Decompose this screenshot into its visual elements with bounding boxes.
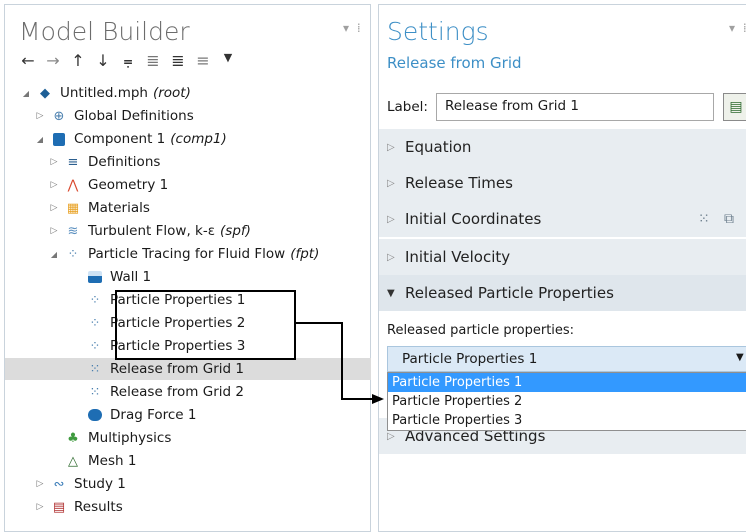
expand-toggle-icon[interactable]: ▷ — [47, 180, 61, 190]
particle-properties-dropdown: Particle Properties 1 Particle Propertie… — [387, 372, 746, 431]
tree-node-turbulent-flow[interactable]: ▷ ≋ Turbulent Flow, k-ε (spf) — [5, 220, 371, 242]
grid-icon[interactable]: ⁙ — [698, 211, 710, 227]
section-initial-coordinates[interactable]: ▷ Initial Coordinates ⁙ ⧉ — [379, 201, 746, 237]
chevron-down-icon[interactable]: ▼ — [736, 352, 744, 363]
settings-panel: Settings ▾ ⁞ Release from Grid Label: Re… — [378, 4, 746, 532]
connector-line — [341, 322, 343, 400]
dropdown-option[interactable]: Particle Properties 3 — [388, 411, 746, 430]
tree-node-materials[interactable]: ▷ ▦ Materials — [5, 197, 371, 219]
collapse-icon[interactable]: ≣ — [169, 51, 187, 71]
tree-node-mesh[interactable]: △ Mesh 1 — [5, 450, 371, 472]
expand-toggle-icon[interactable]: ▷ — [33, 502, 47, 512]
panel-menu-icon[interactable]: ▾ ⁞ — [729, 21, 746, 35]
section-released-particle-properties[interactable]: ▼ Released Particle Properties — [379, 275, 746, 311]
collapse-toggle-icon: ▼ — [387, 287, 395, 299]
toggle-icon[interactable]: ◢ — [19, 89, 33, 98]
settings-title: Settings — [387, 17, 489, 46]
expand-icon[interactable]: ≣ — [144, 51, 162, 71]
multiphysics-icon: ♣ — [67, 430, 79, 446]
results-icon: ▤ — [52, 499, 66, 515]
label-input[interactable]: Release from Grid 1 — [436, 93, 714, 121]
release-grid-icon: ⁙ — [89, 384, 101, 400]
filter-icon[interactable]: ⩦ — [119, 51, 137, 71]
tree-node-release-grid-1[interactable]: ⁙ Release from Grid 1 — [5, 358, 371, 380]
pin-icon[interactable]: ▾ ⁞ — [343, 21, 363, 35]
expand-toggle-icon[interactable]: ▷ — [33, 111, 47, 121]
move-down-icon[interactable]: ↓ — [94, 51, 112, 71]
model-icon: ◆ — [40, 85, 50, 101]
turbulent-flow-icon: ≋ — [67, 223, 79, 239]
tree-node-wall[interactable]: Wall 1 — [5, 266, 371, 288]
particle-properties-icon: ⁘ — [89, 292, 101, 308]
mesh-icon: △ — [68, 453, 78, 469]
tree-node-release-grid-2[interactable]: ⁙ Release from Grid 2 — [5, 381, 371, 403]
particle-tracing-icon: ⁘ — [67, 246, 79, 262]
particle-properties-icon: ⁘ — [89, 315, 101, 331]
model-builder-panel: Model Builder ▾ ⁞ ← → ↑ ↓ ⩦ ≣ ≣ ≡ ▼ ◢ ◆ … — [4, 4, 371, 532]
settings-subtitle: Release from Grid — [387, 54, 522, 72]
tree-node-study[interactable]: ▷ ∾ Study 1 — [5, 473, 371, 495]
expand-toggle-icon: ▷ — [387, 213, 395, 225]
dropdown-option[interactable]: Particle Properties 1 — [388, 373, 746, 392]
tree-label: Untitled.mph — [60, 85, 148, 101]
release-grid-icon: ⁙ — [89, 361, 101, 377]
section-equation[interactable]: ▷ Equation — [379, 129, 746, 165]
dropdown-option[interactable]: Particle Properties 2 — [388, 392, 746, 411]
expand-toggle-icon[interactable]: ▷ — [47, 226, 61, 236]
collapse-toggle-icon[interactable]: ◢ — [47, 250, 61, 259]
forward-arrow-icon[interactable]: → — [44, 51, 62, 71]
tree-node-drag-force[interactable]: Drag Force 1 — [5, 404, 371, 426]
tree-node-component[interactable]: ◢ Component 1 (comp1) — [5, 128, 371, 150]
particle-properties-select[interactable]: Particle Properties 1 ▼ — [387, 346, 746, 372]
menu-icon[interactable]: ≡ — [194, 51, 212, 71]
expand-toggle-icon: ▷ — [387, 141, 395, 153]
tree-node-results[interactable]: ▷ ▤ Results — [5, 496, 371, 518]
released-particle-properties-label: Released particle properties: — [387, 323, 575, 338]
expand-toggle-icon[interactable]: ▷ — [33, 479, 47, 489]
wall-icon — [87, 269, 103, 285]
section-release-times[interactable]: ▷ Release Times — [379, 165, 746, 201]
collapse-toggle-icon[interactable]: ◢ — [33, 135, 47, 144]
tree-node-multiphysics[interactable]: ♣ Multiphysics — [5, 427, 371, 449]
expand-toggle-icon[interactable]: ▷ — [47, 157, 61, 167]
geometry-icon: ⋀ — [67, 177, 79, 193]
chevron-down-icon[interactable]: ▼ — [219, 51, 237, 71]
label-reset-icon[interactable]: ▤ — [723, 93, 746, 121]
tree-node-geometry[interactable]: ▷ ⋀ Geometry 1 — [5, 174, 371, 196]
expand-toggle-icon: ▷ — [387, 430, 395, 442]
drag-force-icon — [87, 407, 103, 423]
definitions-icon: ≡ — [67, 154, 79, 170]
materials-icon: ▦ — [66, 200, 80, 216]
arrow-head-icon — [372, 394, 384, 404]
move-up-icon[interactable]: ↑ — [69, 51, 87, 71]
back-arrow-icon[interactable]: ← — [19, 51, 37, 71]
highlight-box — [115, 290, 296, 360]
label-caption: Label: — [387, 99, 428, 115]
model-builder-title: Model Builder — [19, 17, 190, 46]
copy-icon[interactable]: ⧉ — [724, 211, 734, 227]
expand-toggle-icon: ▷ — [387, 251, 395, 263]
tree-node-definitions[interactable]: ▷ ≡ Definitions — [5, 151, 371, 173]
model-builder-toolbar: ← → ↑ ↓ ⩦ ≣ ≣ ≡ ▼ — [19, 51, 237, 71]
expand-toggle-icon: ▷ — [387, 177, 395, 189]
connector-line — [341, 398, 374, 400]
expand-toggle-icon[interactable]: ▷ — [47, 203, 61, 213]
study-icon: ∾ — [53, 476, 65, 492]
component-icon — [51, 131, 67, 147]
particle-properties-icon: ⁘ — [89, 338, 101, 354]
tree-node-root[interactable]: ◢ ◆ Untitled.mph (root) — [5, 82, 371, 104]
globe-icon: ⊕ — [53, 108, 65, 124]
tree-node-particle-tracing[interactable]: ◢ ⁘ Particle Tracing for Fluid Flow (fpt… — [5, 243, 371, 265]
section-initial-velocity[interactable]: ▷ Initial Velocity — [379, 239, 746, 275]
tree-node-global-definitions[interactable]: ▷ ⊕ Global Definitions — [5, 105, 371, 127]
connector-line — [295, 322, 343, 324]
